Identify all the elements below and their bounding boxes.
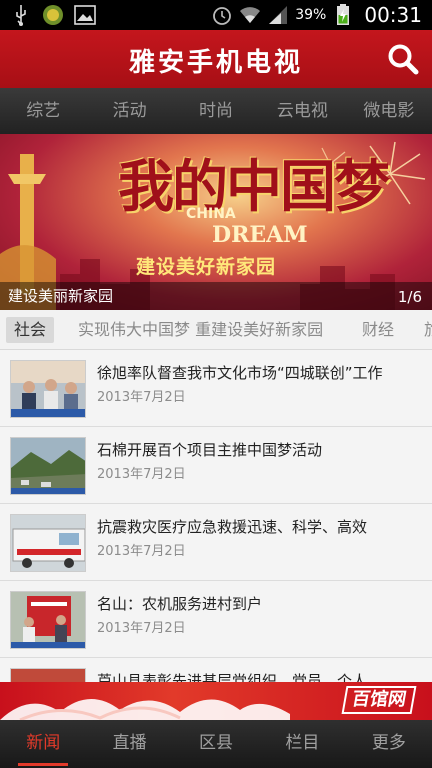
- search-icon[interactable]: [386, 42, 420, 76]
- nav-districts[interactable]: 区县: [173, 720, 259, 768]
- tag-bar: 社会 实现伟大中国梦 重建设美好新家园 财经 旅: [0, 310, 432, 350]
- nav-programs[interactable]: 栏目: [259, 720, 345, 768]
- battery-charging-icon: [332, 4, 354, 26]
- news-date: 2013年7月2日: [97, 544, 186, 559]
- featured-banner[interactable]: 我的中国梦 CHINA DREAM 建设美好新家园 建设美丽新家园 1/6: [0, 134, 432, 310]
- news-title: 名山：农机服务进村到户: [97, 595, 263, 613]
- banner-subtitle: 建设美好新家园: [136, 256, 277, 278]
- news-date: 2013年7月2日: [97, 621, 186, 636]
- clock: 00:31: [364, 3, 422, 27]
- nav-more[interactable]: 更多: [346, 720, 432, 768]
- usb-icon: [10, 4, 32, 26]
- list-item[interactable]: 石棉开展百个项目主推中国梦活动 2013年7月2日: [0, 427, 432, 504]
- tag-travel[interactable]: 旅: [424, 317, 432, 343]
- banner-caption: 建设美丽新家园: [8, 287, 114, 305]
- category-tabs: 综艺 活动 时尚 云电视 微电影: [0, 88, 432, 134]
- promo-banner[interactable]: 百馆网: [0, 682, 432, 720]
- tab-variety[interactable]: 综艺: [0, 88, 86, 134]
- app-header: 雅安手机电视: [0, 30, 432, 88]
- tab-cloud-tv[interactable]: 云电视: [259, 88, 345, 134]
- list-item[interactable]: 名山：农机服务进村到户 2013年7月2日: [0, 581, 432, 658]
- news-title: 石棉开展百个项目主推中国梦活动: [97, 441, 323, 459]
- tag-china-dream[interactable]: 实现伟大中国梦 重建设美好新家园: [78, 317, 323, 343]
- tab-activity[interactable]: 活动: [86, 88, 172, 134]
- news-title: 抗震救灾医疗应急救援迅速、科学、高效: [97, 518, 368, 536]
- banner-counter: 1/6: [397, 288, 422, 306]
- app-badge-icon: [42, 4, 64, 26]
- list-item[interactable]: 徐旭率队督查我市文化市场“四城联创”工作 2013年7月2日: [0, 350, 432, 427]
- status-bar: 39% 00:31: [0, 0, 432, 30]
- wifi-icon: [239, 4, 261, 26]
- news-thumbnail: [10, 591, 86, 649]
- news-date: 2013年7月2日: [97, 390, 186, 405]
- news-thumbnail: [10, 437, 86, 495]
- news-title: 徐旭率队督查我市文化市场“四城联创”工作: [97, 364, 383, 382]
- news-list: 徐旭率队督查我市文化市场“四城联创”工作 2013年7月2日 石棉开展百个项目主…: [0, 350, 432, 720]
- news-thumbnail: [10, 514, 86, 572]
- banner-headline: 我的中国梦: [118, 154, 390, 220]
- app-title: 雅安手机电视: [128, 48, 303, 78]
- promo-label: 百馆网: [341, 686, 417, 714]
- bottom-nav: 新闻 直播 区县 栏目 更多: [0, 720, 432, 768]
- nav-news[interactable]: 新闻: [0, 720, 86, 768]
- tab-micro-film[interactable]: 微电影: [346, 88, 432, 134]
- alarm-icon: [211, 4, 233, 26]
- tag-society[interactable]: 社会: [6, 317, 55, 343]
- nav-live[interactable]: 直播: [86, 720, 172, 768]
- banner-english-2: DREAM: [212, 222, 308, 248]
- battery-percent: 39%: [295, 7, 327, 23]
- news-date: 2013年7月2日: [97, 467, 186, 482]
- list-item[interactable]: 抗震救灾医疗应急救援迅速、科学、高效 2013年7月2日: [0, 504, 432, 581]
- tag-finance[interactable]: 财经: [362, 317, 394, 343]
- image-icon: [74, 4, 96, 26]
- signal-icon: [267, 4, 289, 26]
- banner-english-1: CHINA: [186, 206, 236, 222]
- news-thumbnail: [10, 360, 86, 418]
- tab-fashion[interactable]: 时尚: [173, 88, 259, 134]
